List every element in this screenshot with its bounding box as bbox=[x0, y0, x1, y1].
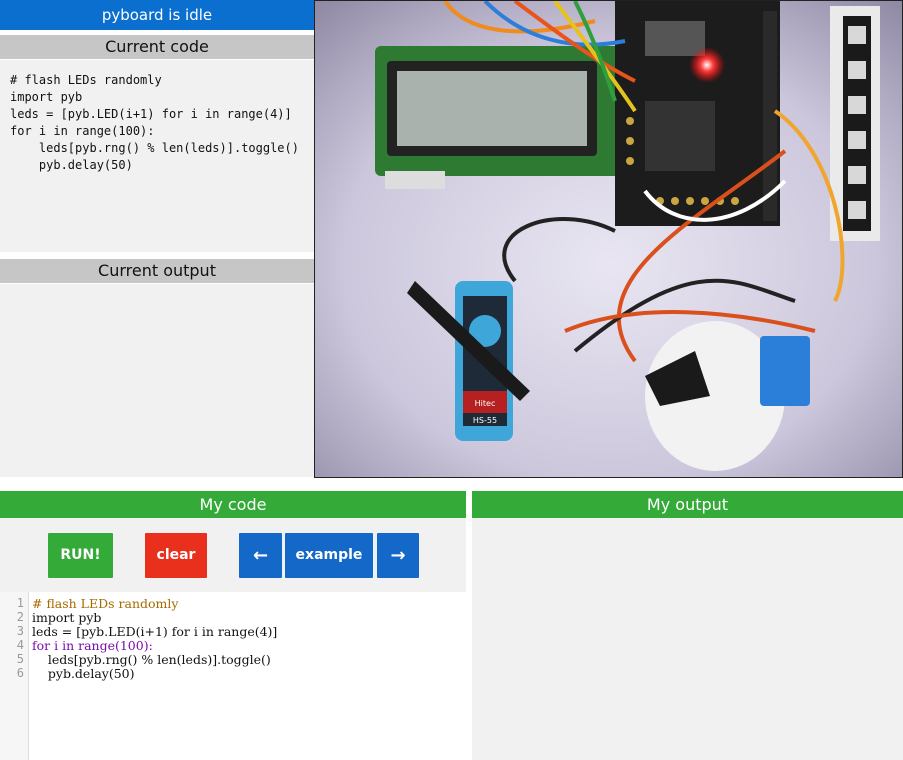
lcd-module-icon bbox=[375, 46, 625, 189]
code-editor[interactable]: 1 2 3 4 5 6 # flash LEDs randomly import… bbox=[0, 592, 466, 760]
code-line-1: # flash LEDs randomly bbox=[10, 73, 162, 87]
example-button[interactable]: example bbox=[285, 533, 373, 578]
line-number: 4 bbox=[16, 638, 24, 652]
code-line-2: import pyb bbox=[10, 90, 83, 104]
next-example-button[interactable]: → bbox=[377, 533, 419, 578]
current-code-header: Current code bbox=[0, 35, 314, 59]
editor-line-6: pyb.delay(50) bbox=[32, 666, 135, 681]
clear-button[interactable]: clear bbox=[145, 533, 207, 578]
camera-image: Hitec HS-55 bbox=[315, 1, 902, 477]
current-code-panel: # flash LEDs randomly import pyb leds = … bbox=[0, 60, 314, 252]
editor-line-1: # flash LEDs randomly bbox=[32, 596, 179, 611]
my-code-header: My code bbox=[0, 491, 466, 518]
divider bbox=[0, 252, 314, 258]
current-output-header: Current output bbox=[0, 259, 314, 283]
editor-line-4: for i in range(100): bbox=[32, 638, 153, 653]
editor-line-3: leds = [pyb.LED(i+1) for i in range(4)] bbox=[32, 624, 278, 639]
editor-line-5: leds[pyb.rng() % len(leds)].toggle() bbox=[32, 652, 271, 667]
line-number: 3 bbox=[16, 624, 24, 638]
led-strip-icon bbox=[830, 6, 880, 241]
current-output-title: Current output bbox=[98, 261, 216, 280]
prev-example-button[interactable]: ← bbox=[239, 533, 282, 578]
servo-brand-label: Hitec bbox=[475, 399, 496, 408]
line-number: 2 bbox=[16, 610, 24, 624]
status-text: pyboard is idle bbox=[101, 6, 213, 24]
line-number: 5 bbox=[16, 652, 24, 666]
servo-model-label: HS-55 bbox=[473, 416, 497, 425]
code-line-3: leds = [pyb.LED(i+1) for i in range(4)] bbox=[10, 107, 292, 121]
example-button-label: example bbox=[295, 547, 363, 563]
my-output-title: My output bbox=[646, 495, 729, 514]
my-output-panel bbox=[472, 518, 903, 760]
camera-feed: Hitec HS-55 bbox=[314, 0, 903, 478]
current-output-panel bbox=[0, 284, 314, 477]
pyboard-icon bbox=[615, 1, 780, 226]
right-arrow-icon: → bbox=[390, 545, 406, 566]
left-arrow-icon: ← bbox=[252, 545, 269, 566]
editor-line-2: import pyb bbox=[32, 610, 102, 625]
current-code-title: Current code bbox=[105, 37, 209, 56]
line-number-gutter: 1 2 3 4 5 6 bbox=[0, 592, 29, 760]
line-number: 1 bbox=[16, 596, 24, 610]
status-bar: pyboard is idle bbox=[0, 0, 314, 30]
line-number: 6 bbox=[16, 666, 24, 680]
run-button[interactable]: RUN! bbox=[48, 533, 113, 578]
current-code-text: # flash LEDs randomly import pyb leds = … bbox=[10, 72, 299, 174]
clear-button-label: clear bbox=[156, 547, 196, 563]
code-line-4: for i in range(100): bbox=[10, 124, 155, 138]
code-line-6: pyb.delay(50) bbox=[10, 158, 133, 172]
run-button-label: RUN! bbox=[60, 547, 101, 563]
code-line-5: leds[pyb.rng() % len(leds)].toggle() bbox=[10, 141, 299, 155]
my-code-title: My code bbox=[199, 495, 267, 514]
my-output-header: My output bbox=[472, 491, 903, 518]
